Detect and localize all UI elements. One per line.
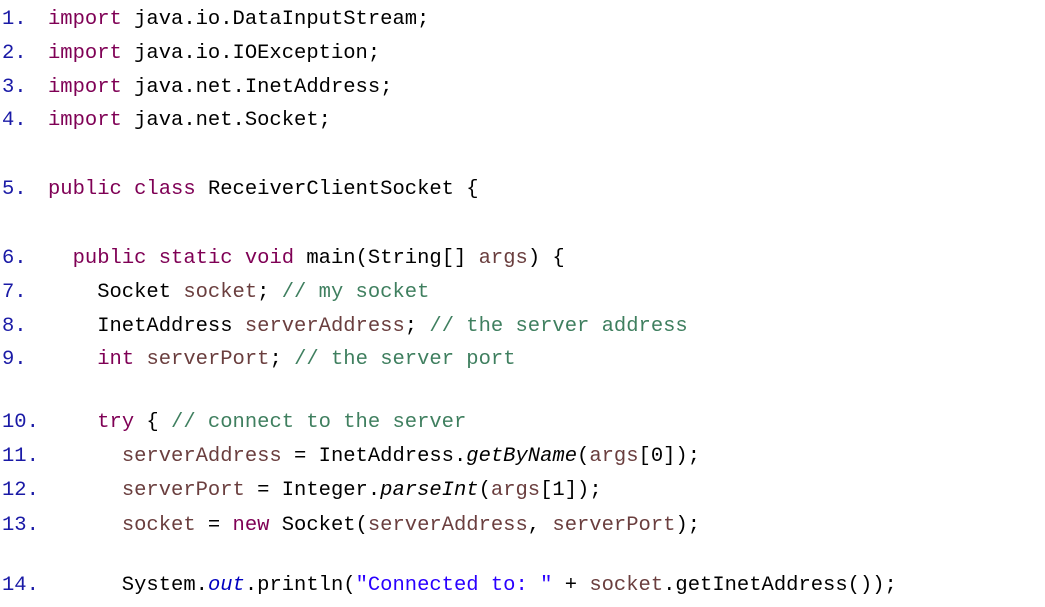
code-token: socket	[183, 281, 258, 304]
code-token: [0]);	[638, 445, 701, 468]
code-token: getByName	[466, 445, 577, 468]
line-number: 1.	[2, 8, 27, 31]
code-token: serverPort	[552, 514, 676, 537]
code-token: public	[48, 178, 122, 201]
code-token: = Integer.	[244, 479, 381, 502]
line-number: 10.	[2, 411, 39, 434]
code-token: import	[48, 8, 122, 31]
code-token: new	[232, 514, 270, 537]
code-text: serverPort = Integer.parseInt(args[1]);	[48, 479, 602, 503]
code-token: Socket(	[269, 514, 368, 537]
code-text: import java.net.Socket;	[48, 109, 331, 133]
code-text: serverAddress = InetAddress.getByName(ar…	[48, 445, 700, 469]
code-token: socket	[121, 514, 196, 537]
code-token: (	[478, 479, 491, 502]
code-token: try	[97, 411, 135, 434]
code-token: );	[675, 514, 701, 537]
code-text: socket = new Socket(serverAddress, serve…	[48, 514, 700, 538]
code-token: socket	[589, 574, 664, 597]
code-token: ) {	[527, 247, 565, 270]
code-token: ;	[404, 315, 430, 338]
code-token: main(String[]	[294, 247, 479, 270]
code-text: import java.io.DataInputStream;	[48, 8, 429, 32]
code-token: serverPort	[146, 348, 270, 371]
code-text: try { // connect to the server	[48, 411, 466, 435]
line-number: 13.	[2, 514, 39, 537]
code-token: ReceiverClientSocket {	[195, 178, 479, 201]
code-token: serverAddress	[121, 445, 282, 468]
code-token: // connect to the server	[171, 411, 467, 434]
code-text: public class ReceiverClientSocket {	[48, 178, 479, 202]
code-text: System.out.println("Connected to: " + so…	[48, 574, 897, 598]
code-token: out	[207, 574, 245, 597]
code-token: java.io.IOException;	[121, 42, 381, 65]
code-token: java.io.DataInputStream;	[121, 8, 430, 31]
code-token: serverAddress	[244, 315, 405, 338]
code-token: .getInetAddress());	[663, 574, 897, 597]
code-text: public static void main(String[] args) {	[48, 247, 565, 271]
code-token: static	[158, 247, 233, 270]
line-number: 5.	[2, 178, 27, 201]
code-token: // the server port	[294, 348, 516, 371]
code-token: import	[48, 109, 122, 132]
code-token: ;	[269, 348, 295, 371]
code-token: =	[195, 514, 233, 537]
code-token: serverAddress	[367, 514, 528, 537]
line-number: 6.	[2, 247, 27, 270]
line-number: 4.	[2, 109, 27, 132]
line-number: 7.	[2, 281, 27, 304]
code-token: [1]);	[540, 479, 602, 502]
code-token: serverPort	[121, 479, 245, 502]
code-token: = InetAddress.	[281, 445, 467, 468]
code-token: void	[244, 247, 295, 270]
line-number: 9.	[2, 348, 27, 371]
line-number: 3.	[2, 76, 27, 99]
code-token: {	[134, 411, 172, 434]
line-number: 14.	[2, 574, 39, 597]
code-token: InetAddress	[48, 315, 245, 338]
code-token: // the server address	[429, 315, 688, 338]
code-token: "Connected to: "	[355, 574, 553, 597]
line-number: 8.	[2, 315, 27, 338]
code-token: ;	[257, 281, 282, 304]
code-text: InetAddress serverAddress; // the server…	[48, 315, 688, 339]
code-text: Socket socket; // my socket	[48, 281, 429, 305]
code-token: import	[48, 76, 122, 99]
code-token: System.	[48, 574, 208, 597]
line-number: 2.	[2, 42, 27, 65]
code-token: java.net.Socket;	[121, 109, 331, 132]
code-token: (	[577, 445, 590, 468]
code-token: int	[97, 348, 135, 371]
code-token: args	[589, 445, 639, 468]
code-token: public	[72, 247, 147, 270]
code-token: class	[134, 178, 196, 201]
code-token: import	[48, 42, 122, 65]
code-listing: 1. import java.io.DataInputStream; 2. impor…	[0, 0, 1045, 607]
code-token: args	[478, 247, 528, 270]
code-token: ,	[527, 514, 553, 537]
code-text: import java.net.InetAddress;	[48, 76, 392, 100]
code-token: parseInt	[380, 479, 479, 502]
code-token: java.net.InetAddress;	[121, 76, 393, 99]
code-token: args	[490, 479, 541, 502]
code-text: import java.io.IOException;	[48, 42, 380, 66]
code-token: +	[552, 574, 590, 597]
line-number: 12.	[2, 479, 39, 502]
code-text: int serverPort; // the server port	[48, 348, 516, 372]
code-token: // my socket	[281, 281, 430, 304]
line-number: 11.	[2, 445, 39, 468]
code-token: Socket	[48, 281, 184, 304]
code-token: .println(	[244, 574, 356, 597]
